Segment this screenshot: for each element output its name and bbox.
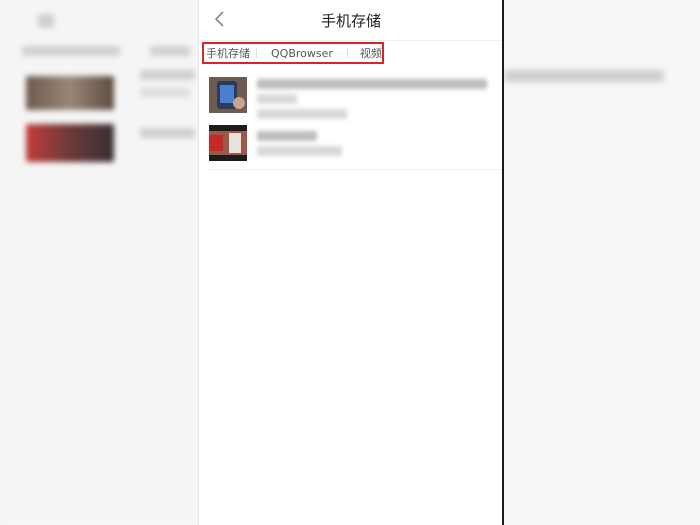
list-item[interactable] (199, 121, 503, 169)
breadcrumb: 手机存储 QQBrowser 视频 (202, 42, 384, 64)
breadcrumb-item-phone-storage[interactable]: 手机存储 (206, 45, 250, 61)
list-item[interactable] (199, 73, 503, 121)
video-thumbnail (209, 125, 247, 161)
breadcrumb-item-video[interactable]: 视频 (360, 45, 382, 61)
page-title: 手机存储 (320, 12, 381, 30)
background-app-left (0, 0, 198, 525)
video-thumbnail (209, 77, 247, 113)
blurred-file-info (257, 127, 493, 161)
blurred-file-info (257, 79, 493, 124)
breadcrumb-separator (346, 48, 348, 58)
screenshot-stage: 手机存储 手机存储 QQBrowser 视频 (0, 0, 700, 525)
breadcrumb-item-qqbrowser[interactable]: QQBrowser (271, 47, 333, 60)
header-bar: 手机存储 (199, 0, 503, 41)
breadcrumb-separator (256, 48, 257, 58)
device-edge (502, 0, 504, 525)
background-app-right (504, 0, 700, 525)
file-list (199, 73, 503, 170)
list-divider (207, 169, 503, 170)
path-bar: 手机存储 QQBrowser 视频 (199, 41, 503, 69)
file-browser-screen: 手机存储 手机存储 QQBrowser 视频 (198, 0, 503, 525)
